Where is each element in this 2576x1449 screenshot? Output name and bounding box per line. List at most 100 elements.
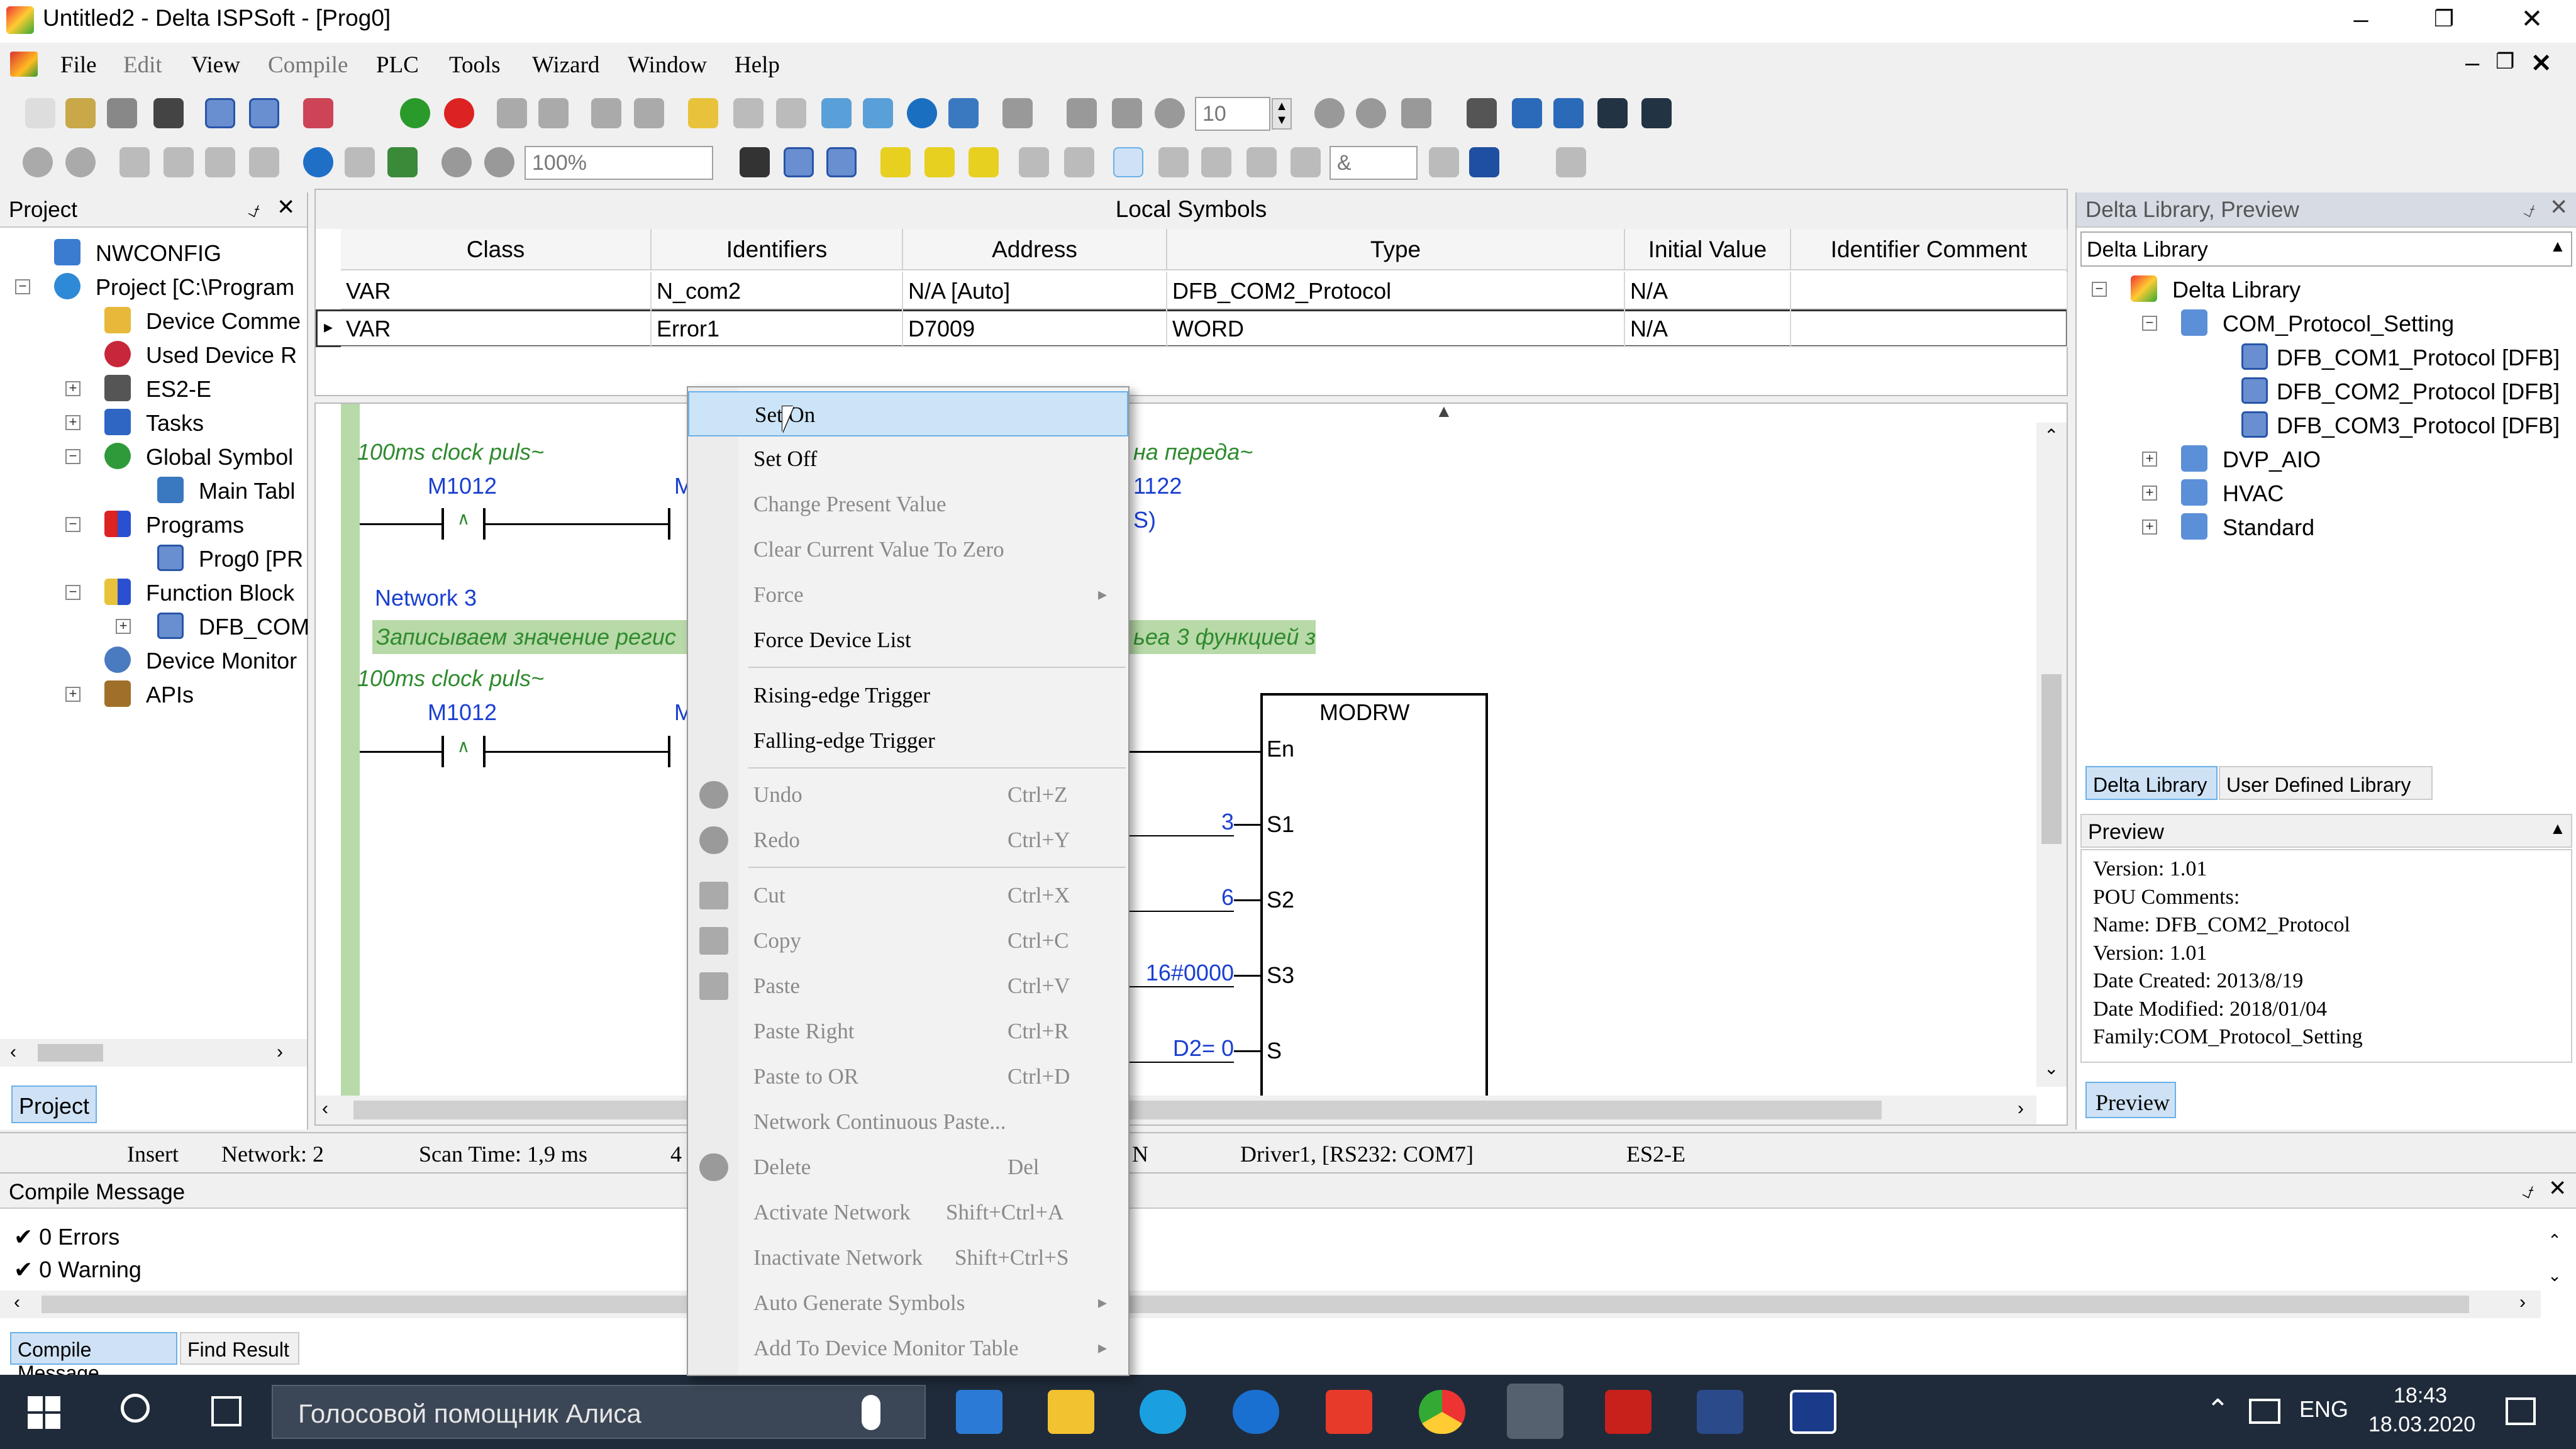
- acrobat-icon[interactable]: [1605, 1390, 1652, 1434]
- step1-icon[interactable]: [1067, 98, 1097, 128]
- offline-icon[interactable]: [776, 98, 806, 128]
- scroll-thumb[interactable]: [2041, 674, 2062, 844]
- chrome-icon[interactable]: [1419, 1390, 1465, 1434]
- refresh-icon[interactable]: [1356, 98, 1386, 128]
- notification-icon[interactable]: [2506, 1397, 2536, 1425]
- save-icon[interactable]: [107, 98, 137, 128]
- menu-item-clear-current-value[interactable]: Clear Current Value To Zero: [688, 527, 1128, 572]
- tb-c-icon[interactable]: [1467, 98, 1497, 128]
- pointer-icon[interactable]: [1113, 147, 1143, 177]
- cell-comment[interactable]: [1791, 309, 2068, 347]
- table-row[interactable]: VAR N_com2 N/A [Auto] DFB_COM2_Protocol …: [316, 272, 2068, 309]
- pin-icon[interactable]: ⍻: [2522, 1179, 2534, 1204]
- branch-icon[interactable]: [1246, 147, 1277, 177]
- mail-icon[interactable]: [956, 1390, 1002, 1434]
- project-tab[interactable]: Project: [11, 1085, 97, 1123]
- menu-help[interactable]: Help: [735, 52, 780, 79]
- scroll-thumb[interactable]: [38, 1044, 103, 1062]
- expand-icon[interactable]: +: [65, 381, 80, 396]
- cut-icon[interactable]: [119, 147, 150, 177]
- menu-view[interactable]: View: [191, 52, 240, 79]
- menu-window[interactable]: Window: [628, 52, 707, 79]
- close-button[interactable]: ✕: [2494, 0, 2570, 38]
- windows-start-icon[interactable]: [28, 1396, 60, 1429]
- compile-vscroll[interactable]: ⌃ ⌄: [2541, 1223, 2568, 1298]
- tb-e-icon[interactable]: [1553, 98, 1584, 128]
- collapse-icon[interactable]: −: [2142, 316, 2157, 331]
- menu-item-add-to-device-monitor[interactable]: Add To Device Monitor Table ▸: [688, 1326, 1128, 1371]
- column-header[interactable]: Initial Value: [1625, 229, 1791, 270]
- mdi-restore-button[interactable]: ❐: [2496, 49, 2514, 74]
- expand-icon[interactable]: +: [2142, 486, 2157, 501]
- menu-item-auto-generate-symbols[interactable]: Auto Generate Symbols ▸: [688, 1280, 1128, 1326]
- cell-identifier[interactable]: Error1: [652, 309, 903, 347]
- network-tray-icon[interactable]: [2249, 1399, 2280, 1424]
- cell-class[interactable]: VAR: [341, 272, 652, 309]
- tab-delta-library[interactable]: Delta Library: [2085, 766, 2218, 800]
- menu-item-copy[interactable]: Copy Ctrl+C: [688, 918, 1128, 963]
- open-icon[interactable]: [65, 98, 96, 128]
- tb-g-icon[interactable]: [1641, 98, 1672, 128]
- cell-comment[interactable]: [1791, 272, 2068, 309]
- run-icon[interactable]: [400, 98, 430, 128]
- operator-select[interactable]: &: [1330, 146, 1418, 180]
- online-icon[interactable]: [733, 98, 763, 128]
- paste-icon[interactable]: [205, 147, 235, 177]
- upload-icon[interactable]: [497, 98, 527, 128]
- tb-d-icon[interactable]: [1512, 98, 1542, 128]
- column-header[interactable]: Identifier Comment: [1791, 229, 2068, 270]
- scroll-right-icon[interactable]: ›: [2018, 1098, 2024, 1119]
- cell-initial-value[interactable]: N/A: [1625, 272, 1791, 309]
- alice-search-box[interactable]: Голосовой помощник Алиса: [272, 1385, 926, 1439]
- menu-item-change-present-value[interactable]: Change Present Value: [688, 482, 1128, 527]
- cell-address[interactable]: N/A [Auto]: [903, 272, 1167, 309]
- contact-icon[interactable]: ∧: [441, 736, 486, 767]
- menu-item-force[interactable]: Force ▸: [688, 572, 1128, 618]
- new-icon[interactable]: [25, 98, 55, 128]
- menu-item-force-device-list[interactable]: Force Device List: [688, 618, 1128, 663]
- chevron-up-icon[interactable]: ▲: [2550, 236, 2566, 256]
- find-icon[interactable]: [303, 147, 333, 177]
- step3-icon[interactable]: [1155, 98, 1185, 128]
- collapse-icon[interactable]: −: [65, 585, 80, 600]
- contact-icon[interactable]: [668, 508, 687, 540]
- microphone-icon[interactable]: [862, 1395, 880, 1430]
- project-hscrollbar[interactable]: ‹ ›: [0, 1039, 307, 1067]
- menu-plc[interactable]: PLC: [376, 52, 419, 79]
- layout1-icon[interactable]: [205, 98, 235, 128]
- menu-item-undo[interactable]: Undo Ctrl+Z: [688, 772, 1128, 818]
- tb-l-icon[interactable]: [924, 147, 955, 177]
- comm2-icon[interactable]: [863, 98, 893, 128]
- clock-time[interactable]: 18:43: [2394, 1384, 2447, 1408]
- function-block-modrw[interactable]: MODRW En S1 S2 S3 S: [1260, 693, 1488, 1124]
- close-icon[interactable]: ✕: [2548, 1176, 2567, 1201]
- tb-k-icon[interactable]: [880, 147, 911, 177]
- menu-item-set-on[interactable]: Set On: [688, 391, 1128, 436]
- close-icon[interactable]: ✕: [277, 195, 295, 220]
- menu-compile[interactable]: Compile: [268, 52, 348, 79]
- scroll-down-icon[interactable]: ⌄: [2044, 1058, 2058, 1079]
- contact-icon[interactable]: [1158, 147, 1189, 177]
- pin-icon[interactable]: ⍻: [2523, 197, 2535, 223]
- tab-compile-message[interactable]: Compile Message: [10, 1332, 177, 1384]
- menu-item-paste[interactable]: Paste Ctrl+V: [688, 963, 1128, 1009]
- tray-chevron-icon[interactable]: ⌃: [2206, 1394, 2229, 1426]
- mdi-minimize-button[interactable]: –: [2465, 49, 2479, 77]
- branch2-icon[interactable]: [1291, 147, 1321, 177]
- back-icon[interactable]: [23, 147, 53, 177]
- app-icon-remote[interactable]: [1790, 1390, 1836, 1434]
- forward-icon[interactable]: [65, 147, 96, 177]
- chevron-up-icon[interactable]: ▲: [2550, 819, 2566, 838]
- table-row[interactable]: ▸ VAR Error1 D7009 WORD N/A: [316, 309, 2068, 347]
- comm-icon[interactable]: [821, 98, 852, 128]
- zoom-out-icon[interactable]: [484, 147, 514, 177]
- compare-icon[interactable]: [591, 98, 621, 128]
- layout2-icon[interactable]: [249, 98, 279, 128]
- menu-edit[interactable]: Edit: [123, 52, 162, 79]
- pin-icon[interactable]: [907, 98, 937, 128]
- app-icon-blue[interactable]: [1697, 1390, 1743, 1434]
- skype-icon[interactable]: [1140, 1390, 1186, 1434]
- library-dropdown[interactable]: Delta Library ▲: [2080, 231, 2572, 267]
- expand-icon[interactable]: +: [2142, 452, 2157, 467]
- expand-icon[interactable]: +: [116, 619, 131, 634]
